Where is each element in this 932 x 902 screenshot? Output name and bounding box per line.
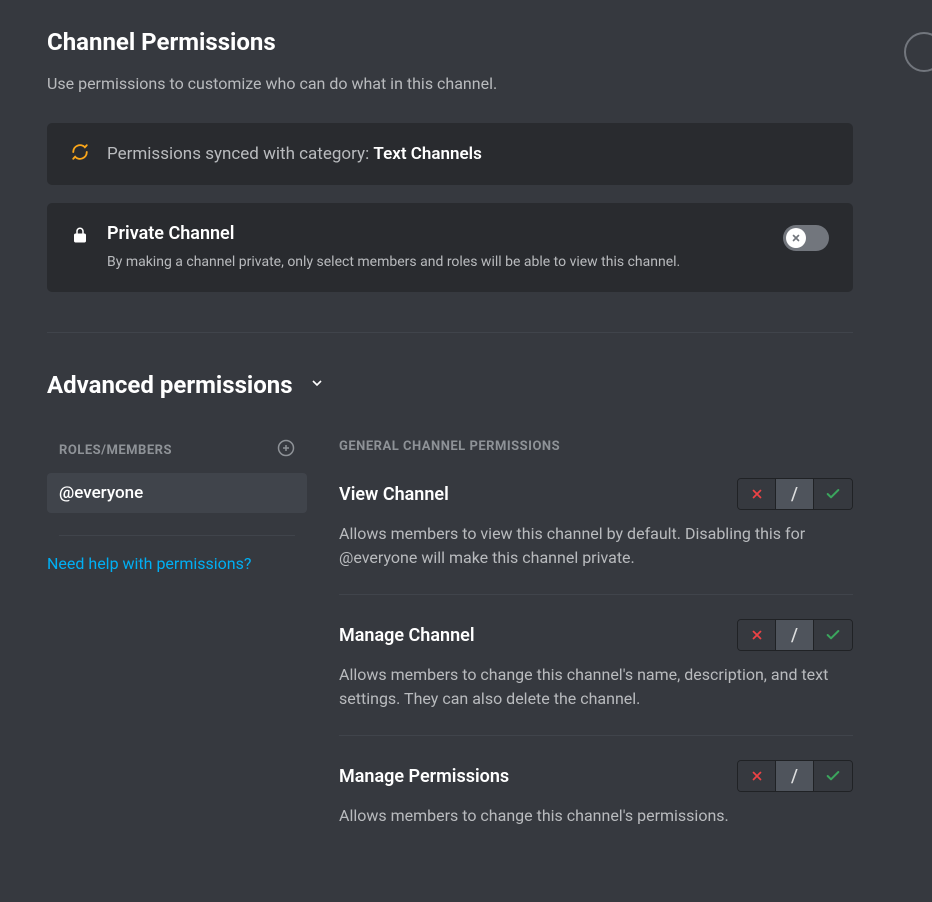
private-channel-title: Private Channel	[107, 223, 765, 244]
permission-deny-button[interactable]	[738, 479, 776, 509]
permission-name: View Channel	[339, 484, 449, 505]
page-title: Channel Permissions	[47, 28, 853, 56]
roles-column: Roles/Members @everyone Need help with p…	[47, 439, 307, 876]
permissions-help-link[interactable]: Need help with permissions?	[47, 554, 251, 573]
permission-name: Manage Permissions	[339, 766, 509, 787]
permission-allow-button[interactable]	[814, 620, 852, 650]
toggle-off-icon	[791, 233, 801, 243]
permission-description: Allows members to change this channel's …	[339, 804, 853, 828]
roles-members-label: Roles/Members	[59, 443, 172, 458]
permission-tristate: /	[737, 760, 853, 792]
permission-name: Manage Channel	[339, 625, 475, 646]
permission-description: Allows members to view this channel by d…	[339, 522, 853, 570]
permission-item: Manage Channel / Allows members to chang…	[339, 619, 853, 736]
permission-tristate: /	[737, 478, 853, 510]
permission-item: View Channel / Allows members to view th…	[339, 478, 853, 595]
permission-description: Allows members to change this channel's …	[339, 663, 853, 711]
advanced-permissions-title: Advanced permissions	[47, 371, 293, 399]
close-button[interactable]	[904, 32, 932, 72]
permission-neutral-button[interactable]: /	[776, 479, 814, 509]
sync-banner: Permissions synced with category: Text C…	[47, 123, 853, 185]
section-divider	[47, 332, 853, 333]
permissions-column: General Channel Permissions View Channel…	[339, 439, 853, 876]
permission-tristate: /	[737, 619, 853, 651]
permission-deny-button[interactable]	[738, 761, 776, 791]
page-subtitle: Use permissions to customize who can do …	[47, 74, 853, 93]
advanced-permissions-header[interactable]: Advanced permissions	[47, 371, 853, 399]
sync-icon	[71, 143, 89, 165]
permission-allow-button[interactable]	[814, 761, 852, 791]
permissions-section-header: General Channel Permissions	[339, 439, 853, 454]
permission-neutral-button[interactable]: /	[776, 620, 814, 650]
sync-text: Permissions synced with category: Text C…	[107, 144, 482, 164]
sync-prefix: Permissions synced with category:	[107, 144, 373, 164]
lock-icon	[71, 225, 89, 249]
sync-category: Text Channels	[373, 144, 481, 164]
permission-item: Manage Permissions / Allows members to c…	[339, 760, 853, 852]
permission-deny-button[interactable]	[738, 620, 776, 650]
private-channel-toggle[interactable]	[783, 225, 829, 251]
permission-allow-button[interactable]	[814, 479, 852, 509]
role-item-everyone[interactable]: @everyone	[47, 473, 307, 513]
chevron-down-icon	[309, 375, 325, 395]
roles-divider	[59, 535, 295, 536]
private-channel-card: Private Channel By making a channel priv…	[47, 203, 853, 292]
add-role-button[interactable]	[277, 439, 295, 461]
private-channel-description: By making a channel private, only select…	[107, 254, 765, 270]
permission-neutral-button[interactable]: /	[776, 761, 814, 791]
